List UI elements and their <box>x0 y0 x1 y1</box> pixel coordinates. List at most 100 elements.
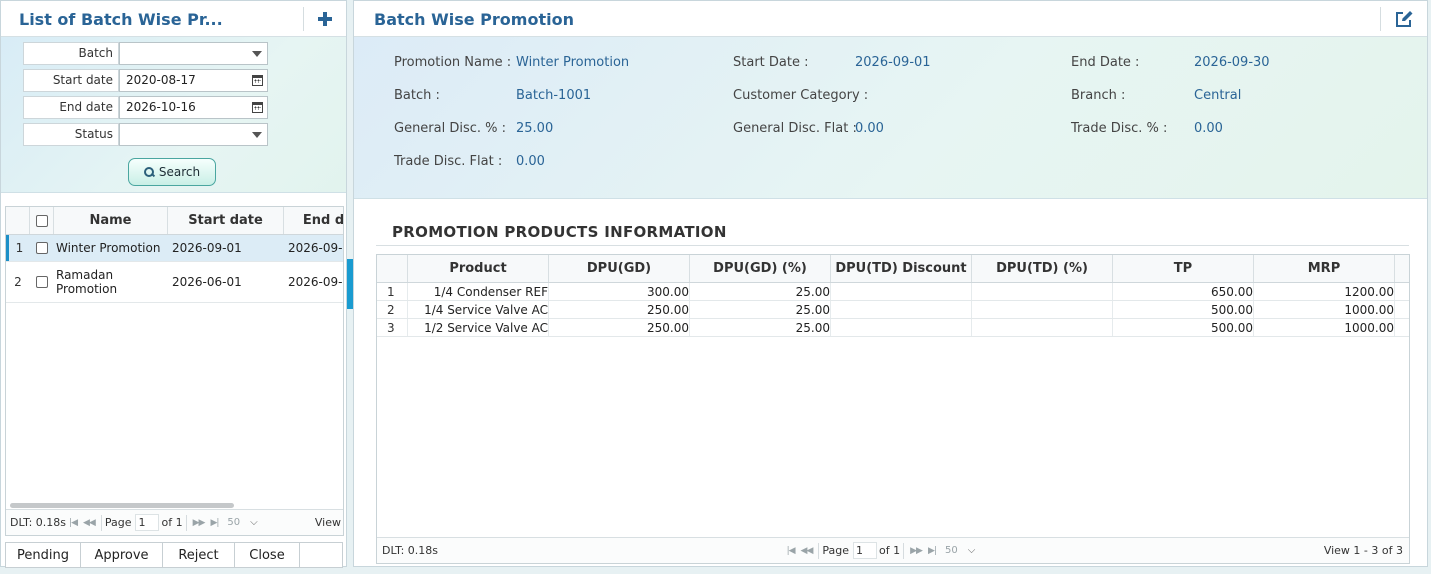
row-checkbox-cell <box>30 235 54 261</box>
products-grid: Product DPU(GD) DPU(GD) (%) DPU(TD) Disc… <box>376 254 1410 564</box>
pager-divider <box>185 514 187 531</box>
row-number: 2 <box>377 301 408 318</box>
column-header-dpu-gd-pct[interactable]: DPU(GD) (%) <box>690 255 831 282</box>
prev-page-icon[interactable]: ◀◀ <box>801 546 814 556</box>
table-row[interactable]: 3 1/2 Service Valve AC 250.00 25.00 500.… <box>377 319 1409 337</box>
last-page-icon[interactable]: ▶| <box>928 546 937 556</box>
dlt-time: DLT: 0.18s <box>10 516 67 529</box>
status-label: Status <box>23 123 119 146</box>
column-header-start-date[interactable]: Start date <box>168 207 284 234</box>
column-header-dpu-gd[interactable]: DPU(GD) <box>549 255 690 282</box>
cell-dpu-td-pct <box>972 319 1113 336</box>
cell-dpu-td-discount <box>831 319 972 336</box>
close-button[interactable]: Close <box>235 542 300 568</box>
reject-button[interactable]: Reject <box>163 542 235 568</box>
table-row[interactable]: 2 Ramadan Promotion 2026-06-01 2026-09- <box>6 262 343 303</box>
column-header-dpu-td-discount[interactable]: DPU(TD) Discount <box>831 255 972 282</box>
approve-button[interactable]: Approve <box>81 542 163 568</box>
row-number: 1 <box>6 235 30 261</box>
cell-dpu-td-discount <box>831 283 972 300</box>
select-all-checkbox-cell <box>30 207 54 234</box>
chevron-down-icon <box>252 132 262 138</box>
first-page-icon[interactable]: |◀ <box>69 518 78 528</box>
cell-product: 1/4 Service Valve AC <box>408 301 549 318</box>
general-disc-flat-label: General Disc. Flat <box>733 121 849 136</box>
cell-dpu-td-pct <box>972 301 1113 318</box>
start-date-input[interactable]: 2020-08-17 <box>119 69 268 92</box>
column-header-name[interactable]: Name <box>54 207 168 234</box>
first-page-icon[interactable]: |◀ <box>787 546 796 556</box>
column-header-tp[interactable]: TP <box>1113 255 1254 282</box>
page-input[interactable]: 1 <box>135 514 160 531</box>
column-header-mrp[interactable]: MRP <box>1254 255 1395 282</box>
table-row[interactable]: 2 1/4 Service Valve AC 250.00 25.00 500.… <box>377 301 1409 319</box>
status-select[interactable] <box>119 123 268 146</box>
rows-per-page-select[interactable]: 50 ⌵ <box>945 545 975 556</box>
promotion-info: Promotion Name : Winter Promotion Start … <box>354 37 1427 199</box>
dlt-time: DLT: 0.18s <box>382 544 439 557</box>
pending-button[interactable]: Pending <box>5 542 81 568</box>
select-all-checkbox[interactable] <box>35 214 48 227</box>
page-label: Page <box>104 516 132 529</box>
calendar-icon[interactable] <box>252 75 263 86</box>
left-panel-header: List of Batch Wise Pr... <box>1 1 346 37</box>
column-header-end-date[interactable]: End d <box>284 207 343 234</box>
row-checkbox[interactable] <box>36 242 48 254</box>
right-panel-title: Batch Wise Promotion <box>374 10 574 29</box>
search-button-label: Search <box>158 165 201 179</box>
pager-divider <box>100 514 102 531</box>
end-date-info-value: 2026-09-30 <box>1194 55 1270 70</box>
trade-disc-flat-value: 0.00 <box>516 154 545 169</box>
cell-tp: 500.00 <box>1113 319 1254 336</box>
page-input[interactable]: 1 <box>853 542 878 559</box>
section-title: PROMOTION PRODUCTS INFORMATION <box>392 223 727 241</box>
general-disc-flat-field: General Disc. Flat : 0.00 <box>733 121 884 139</box>
start-date-field: Start Date : 2026-09-01 <box>733 55 931 73</box>
end-date-label: End date <box>23 96 119 119</box>
calendar-icon[interactable] <box>252 102 263 113</box>
plus-icon[interactable] <box>312 6 338 32</box>
view-records: View <box>314 516 341 529</box>
end-date-field: End Date : 2026-09-30 <box>1071 55 1270 73</box>
pager-divider <box>818 542 820 559</box>
end-date-input[interactable]: 2026-10-16 <box>119 96 268 119</box>
rows-per-page-select[interactable]: 50 ⌵ <box>227 517 257 528</box>
search-button[interactable]: Search <box>128 158 216 186</box>
next-page-icon[interactable]: ▶▶ <box>193 518 206 528</box>
row-end-date: 2026-09- <box>288 275 343 289</box>
table-row[interactable]: 1 Winter Promotion 2026-09-01 2026-09- <box>6 235 343 262</box>
last-page-icon[interactable]: ▶| <box>210 518 219 528</box>
cell-dpu-gd-pct: 25.00 <box>690 301 831 318</box>
general-disc-pct-value: 25.00 <box>516 121 554 136</box>
column-header-dpu-td-pct[interactable]: DPU(TD) (%) <box>972 255 1113 282</box>
cell-dpu-td-pct <box>972 283 1113 300</box>
trade-disc-flat-field: Trade Disc. Flat : 0.00 <box>394 154 545 172</box>
chevron-down-icon: ⌵ <box>250 517 258 528</box>
next-page-icon[interactable]: ▶▶ <box>910 546 923 556</box>
products-grid-pager: DLT: 0.18s |◀ ◀◀ Page 1 of 1 ▶▶ ▶| 50 ⌵ … <box>377 537 1409 563</box>
general-disc-pct-label: General Disc. % <box>394 121 498 136</box>
batch-select[interactable] <box>119 42 268 65</box>
table-row[interactable]: 1 1/4 Condenser REF 300.00 25.00 650.00 … <box>377 283 1409 301</box>
edit-icon[interactable] <box>1391 6 1417 32</box>
batch-info-label: Batch <box>394 88 432 103</box>
cell-dpu-gd: 250.00 <box>549 319 690 336</box>
start-date-info-label: Start Date <box>733 55 800 70</box>
action-bar-filler <box>300 542 343 568</box>
row-checkbox[interactable] <box>36 276 48 288</box>
trade-disc-flat-label: Trade Disc. Flat <box>394 154 494 169</box>
header-divider <box>303 7 304 31</box>
status-filter: Status <box>23 123 268 146</box>
row-number-header <box>377 255 408 282</box>
chevron-down-icon: ⌵ <box>967 545 976 556</box>
cell-mrp: 1000.00 <box>1254 301 1395 318</box>
left-grid-pager: DLT: 0.18s |◀ ◀◀ Page 1 of 1 ▶▶ ▶| 50 ⌵ … <box>6 509 343 535</box>
prev-page-icon[interactable]: ◀◀ <box>83 518 96 528</box>
cell-tp: 650.00 <box>1113 283 1254 300</box>
horizontal-scrollbar[interactable] <box>10 503 234 508</box>
promotion-detail-panel: Batch Wise Promotion Promotion Name : Wi… <box>353 0 1428 567</box>
cell-dpu-gd-pct: 25.00 <box>690 319 831 336</box>
page-label: Page <box>822 544 850 557</box>
cell-dpu-td-discount <box>831 301 972 318</box>
column-header-product[interactable]: Product <box>408 255 549 282</box>
